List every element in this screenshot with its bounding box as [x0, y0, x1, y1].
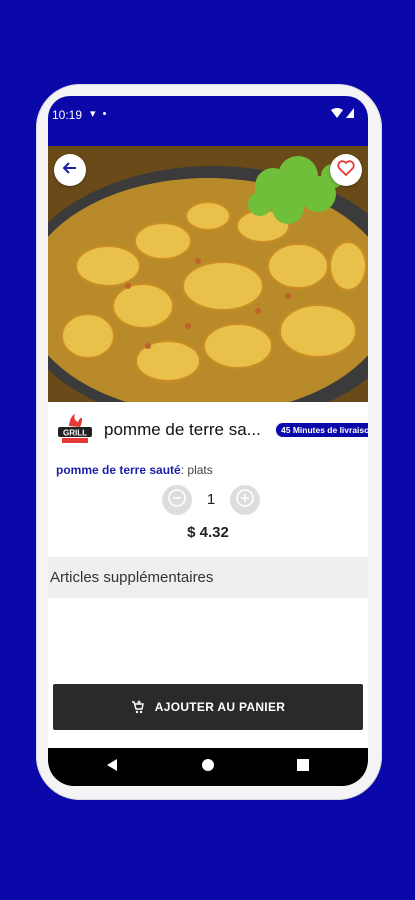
nav-recents-button[interactable]: [293, 757, 313, 777]
quantity-value: 1: [206, 491, 216, 508]
increase-quantity-button[interactable]: [230, 485, 260, 515]
add-to-cart-label: AJOUTER AU PANIER: [154, 700, 286, 714]
nav-home-button[interactable]: [198, 757, 218, 777]
minus-circle-icon: [167, 488, 187, 513]
square-recents-icon: [297, 758, 309, 776]
product-image: [48, 146, 368, 402]
app-screen: 10:19 ▾ • GRILL pomme de terre sa... 45 …: [48, 96, 368, 786]
nav-back-button[interactable]: [102, 757, 122, 777]
product-price: $ 4.32: [187, 524, 229, 541]
heart-outline-icon: [337, 159, 355, 181]
status-notification-icons: ▾ •: [90, 108, 109, 120]
svg-text:GRILL: GRILL: [63, 429, 87, 438]
product-subtitle: pomme de terre sauté: plats: [56, 463, 213, 477]
plus-circle-icon: [235, 488, 255, 513]
wifi-battery-icon: [330, 107, 356, 122]
favorite-button[interactable]: [330, 154, 362, 186]
extras-title: Articles supplémentaires: [50, 569, 214, 586]
delivery-time-badge: 45 Minutes de livraison: [275, 422, 368, 438]
product-name: pomme de terre sauté: [56, 463, 181, 477]
restaurant-logo: GRILL: [56, 414, 94, 448]
arrow-left-icon: [62, 160, 78, 181]
extras-section-header: Articles supplémentaires: [48, 557, 368, 598]
product-category: plats: [187, 463, 213, 477]
decrease-quantity-button[interactable]: [162, 485, 192, 515]
add-cart-icon: [131, 700, 145, 714]
status-bar: 10:19 ▾ •: [48, 96, 368, 146]
system-nav-bar: [48, 748, 368, 786]
status-time: 10:19: [52, 108, 83, 122]
product-separator: :: [180, 463, 185, 477]
add-to-cart-button[interactable]: AJOUTER AU PANIER: [53, 684, 363, 730]
triangle-back-icon: [106, 758, 118, 777]
quantity-stepper: 1: [162, 484, 262, 516]
back-button[interactable]: [54, 154, 86, 186]
circle-home-icon: [201, 758, 215, 777]
product-title: pomme de terre sa...: [104, 420, 261, 439]
